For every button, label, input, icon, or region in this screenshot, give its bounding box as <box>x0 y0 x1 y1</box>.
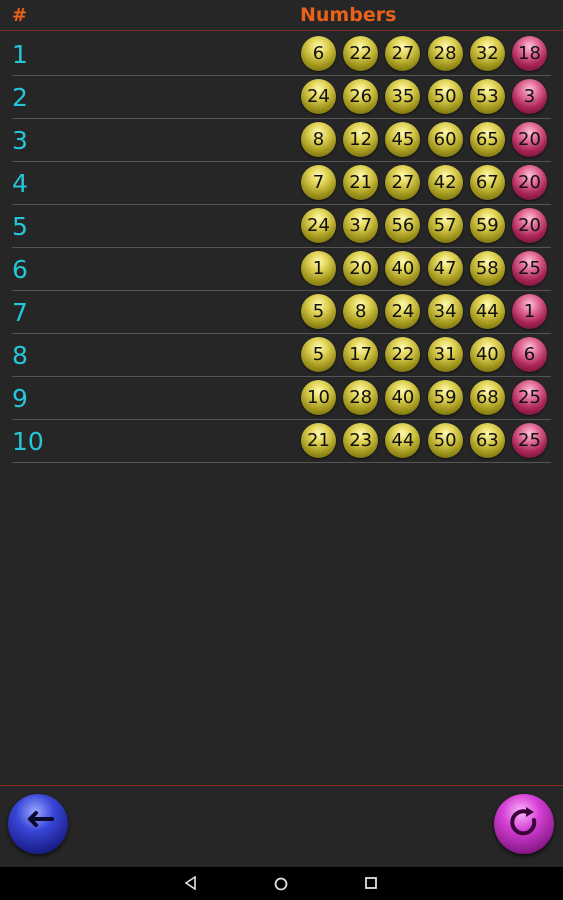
system-navigation-bar <box>0 867 563 900</box>
bonus-number-ball: 20 <box>512 165 547 200</box>
row-index: 2 <box>12 83 28 112</box>
main-number-ball: 12 <box>343 122 379 157</box>
main-number-ball: 59 <box>427 380 463 415</box>
main-number-ball: 40 <box>385 380 421 415</box>
arrow-left-icon <box>28 811 54 827</box>
main-number-ball: 31 <box>427 337 463 372</box>
nav-back-icon[interactable] <box>184 876 198 890</box>
main-number-ball: 5 <box>301 294 336 329</box>
refresh-button[interactable] <box>494 794 554 854</box>
main-number-ball: 1 <box>301 251 336 286</box>
row-index: 4 <box>12 169 28 198</box>
main-number-ball: 65 <box>469 122 505 157</box>
row-index: 3 <box>12 126 28 155</box>
result-row: 5 24 37 56 57 59 20 <box>12 205 551 248</box>
main-number-ball: 44 <box>385 423 421 458</box>
main-number-ball: 27 <box>385 165 421 200</box>
results-list: 1 6 22 27 28 32 18 2 24 26 35 50 53 3 3 8 12 45 60 65 20 4 7 21… <box>0 33 563 463</box>
main-number-ball: 22 <box>385 337 421 372</box>
main-number-ball: 40 <box>385 251 421 286</box>
row-index: 6 <box>12 255 28 284</box>
main-number-ball: 50 <box>427 79 463 114</box>
main-number-ball: 50 <box>427 423 463 458</box>
main-number-ball: 40 <box>469 337 505 372</box>
bonus-number-ball: 20 <box>512 208 547 243</box>
result-row: 3 8 12 45 60 65 20 <box>12 119 551 162</box>
main-number-ball: 37 <box>343 208 379 243</box>
table-header: # Numbers <box>0 0 563 31</box>
main-number-ball: 28 <box>343 380 379 415</box>
row-index: 7 <box>12 298 28 327</box>
main-number-ball: 7 <box>301 165 336 200</box>
main-number-ball: 58 <box>469 251 505 286</box>
main-number-ball: 8 <box>343 294 379 329</box>
bonus-number-ball: 25 <box>512 423 547 458</box>
row-index: 10 <box>12 427 44 456</box>
main-number-ball: 27 <box>385 36 421 71</box>
result-row: 10 21 23 44 50 63 25 <box>12 420 551 463</box>
main-number-ball: 59 <box>469 208 505 243</box>
bonus-number-ball: 6 <box>512 337 547 372</box>
bonus-number-ball: 18 <box>512 36 547 71</box>
refresh-icon <box>510 807 537 836</box>
main-number-ball: 34 <box>427 294 463 329</box>
main-number-ball: 6 <box>301 36 336 71</box>
main-number-ball: 57 <box>427 208 463 243</box>
main-number-ball: 67 <box>469 165 505 200</box>
main-number-ball: 63 <box>469 423 505 458</box>
main-number-ball: 28 <box>427 36 463 71</box>
main-number-ball: 45 <box>385 122 421 157</box>
row-index: 8 <box>12 341 28 370</box>
main-number-ball: 44 <box>469 294 505 329</box>
bonus-number-ball: 3 <box>512 79 547 114</box>
main-number-ball: 21 <box>301 423 336 458</box>
main-number-ball: 23 <box>343 423 379 458</box>
numbers-column-header: Numbers <box>300 4 397 26</box>
main-number-ball: 60 <box>427 122 463 157</box>
nav-home-icon[interactable] <box>273 876 289 892</box>
main-number-ball: 20 <box>343 251 379 286</box>
main-number-ball: 8 <box>301 122 336 157</box>
result-row: 2 24 26 35 50 53 3 <box>12 76 551 119</box>
row-index: 9 <box>12 384 28 413</box>
main-number-ball: 26 <box>343 79 379 114</box>
main-number-ball: 53 <box>469 79 505 114</box>
result-row: 7 5 8 24 34 44 1 <box>12 291 551 334</box>
result-row: 4 7 21 27 42 67 20 <box>12 162 551 205</box>
row-index: 5 <box>12 212 28 241</box>
main-number-ball: 22 <box>343 36 379 71</box>
bonus-number-ball: 1 <box>512 294 547 329</box>
main-number-ball: 42 <box>427 165 463 200</box>
main-number-ball: 24 <box>301 208 336 243</box>
main-number-ball: 21 <box>343 165 379 200</box>
bonus-number-ball: 25 <box>512 251 547 286</box>
index-column-header: # <box>12 5 28 26</box>
result-row: 1 6 22 27 28 32 18 <box>12 33 551 76</box>
main-number-ball: 5 <box>301 337 336 372</box>
result-row: 6 1 20 40 47 58 25 <box>12 248 551 291</box>
main-number-ball: 10 <box>301 380 336 415</box>
nav-recents-icon[interactable] <box>364 876 378 890</box>
main-number-ball: 32 <box>469 36 505 71</box>
bonus-number-ball: 20 <box>512 122 547 157</box>
back-button[interactable] <box>8 794 68 854</box>
main-number-ball: 47 <box>427 251 463 286</box>
main-number-ball: 24 <box>301 79 336 114</box>
result-row: 8 5 17 22 31 40 6 <box>12 334 551 377</box>
footer-divider <box>0 785 563 786</box>
main-number-ball: 24 <box>385 294 421 329</box>
main-number-ball: 17 <box>343 337 379 372</box>
main-number-ball: 68 <box>469 380 505 415</box>
result-row: 9 10 28 40 59 68 25 <box>12 377 551 420</box>
main-number-ball: 35 <box>385 79 421 114</box>
main-number-ball: 56 <box>385 208 421 243</box>
row-index: 1 <box>12 40 28 69</box>
bonus-number-ball: 25 <box>512 380 547 415</box>
